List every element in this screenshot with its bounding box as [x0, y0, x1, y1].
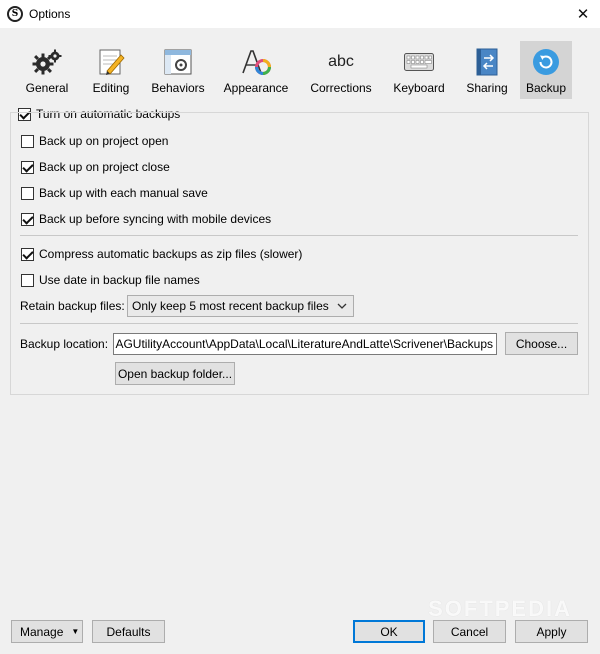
- tab-behaviors[interactable]: Behaviors: [142, 41, 214, 99]
- tab-corrections[interactable]: abc Corrections: [298, 41, 384, 99]
- choose-button[interactable]: Choose...: [505, 332, 578, 355]
- backup-on-open-checkbox[interactable]: [21, 134, 34, 148]
- defaults-button[interactable]: Defaults: [92, 620, 165, 643]
- tab-backup[interactable]: Backup: [520, 41, 572, 99]
- backup-manual-save-row[interactable]: Back up with each manual save: [21, 186, 208, 200]
- backup-location-label: Backup location:: [20, 337, 109, 351]
- backup-location-field[interactable]: AGUtilityAccount\AppData\Local\Literatur…: [113, 333, 497, 355]
- backup-location-value: AGUtilityAccount\AppData\Local\Literatur…: [115, 337, 493, 351]
- tab-backup-label: Backup: [525, 81, 567, 95]
- window-title: Options: [29, 7, 71, 21]
- backup-on-open-row[interactable]: Back up on project open: [21, 134, 168, 148]
- backup-manual-save-checkbox[interactable]: [21, 186, 34, 200]
- close-icon[interactable]: ✕: [566, 0, 600, 28]
- window-gear-icon: [162, 47, 194, 77]
- tab-appearance-label: Appearance: [223, 81, 289, 95]
- dropdown-arrow-icon: ▼: [71, 627, 80, 636]
- compress-backups-checkbox[interactable]: [21, 247, 34, 261]
- tab-keyboard-label: Keyboard: [393, 81, 445, 95]
- backup-before-sync-row[interactable]: Back up before syncing with mobile devic…: [21, 212, 271, 226]
- tab-behaviors-label: Behaviors: [151, 81, 205, 95]
- abc-icon-glyph: abc: [328, 53, 354, 70]
- open-backup-folder-button[interactable]: Open backup folder...: [115, 362, 235, 385]
- title-bar: S Options ✕: [0, 0, 600, 28]
- backup-on-close-row[interactable]: Back up on project close: [21, 160, 170, 174]
- tab-editing[interactable]: Editing: [80, 41, 142, 99]
- use-date-checkbox[interactable]: [21, 273, 34, 287]
- compress-backups-row[interactable]: Compress automatic backups as zip files …: [21, 247, 302, 261]
- font-color-icon: [240, 47, 272, 77]
- tab-keyboard[interactable]: Keyboard: [384, 41, 454, 99]
- softpedia-watermark: SOFTPEDIA: [428, 596, 572, 621]
- tab-editing-label: Editing: [92, 81, 130, 95]
- cancel-button[interactable]: Cancel: [433, 620, 506, 643]
- options-toolbar: General Editing Behaviors Appearance abc…: [14, 41, 572, 99]
- manage-button-label: Manage: [20, 624, 64, 639]
- gears-icon: [31, 47, 63, 77]
- backup-on-open-label: Back up on project open: [39, 134, 169, 148]
- pencil-page-icon: [95, 47, 127, 77]
- keyboard-icon: [403, 47, 435, 77]
- tab-general-label: General: [25, 81, 69, 95]
- tab-sharing-label: Sharing: [466, 81, 508, 95]
- chevron-down-icon: [337, 300, 347, 315]
- apply-button[interactable]: Apply: [515, 620, 588, 643]
- use-date-label: Use date in backup file names: [39, 273, 200, 287]
- separator: [20, 323, 578, 324]
- backup-icon: [530, 47, 562, 77]
- backup-manual-save-label: Back up with each manual save: [39, 186, 208, 200]
- abc-icon: abc: [325, 47, 357, 77]
- backup-before-sync-checkbox[interactable]: [21, 212, 34, 226]
- tab-corrections-label: Corrections: [310, 81, 372, 95]
- tab-general[interactable]: General: [14, 41, 80, 99]
- retain-backups-label: Retain backup files:: [20, 299, 125, 313]
- sharing-icon: [471, 47, 503, 77]
- scrivener-app-icon: S: [7, 6, 23, 22]
- compress-backups-label: Compress automatic backups as zip files …: [39, 247, 303, 261]
- use-date-row[interactable]: Use date in backup file names: [21, 273, 200, 287]
- retain-backups-value: Only keep 5 most recent backup files: [132, 299, 329, 313]
- backup-on-close-checkbox[interactable]: [21, 160, 34, 174]
- manage-button[interactable]: Manage ▼: [11, 620, 83, 643]
- ok-button[interactable]: OK: [353, 620, 425, 643]
- retain-backups-select[interactable]: Only keep 5 most recent backup files: [127, 295, 354, 317]
- tab-sharing[interactable]: Sharing: [454, 41, 520, 99]
- separator: [20, 235, 578, 236]
- backup-before-sync-label: Back up before syncing with mobile devic…: [39, 212, 272, 226]
- tab-appearance[interactable]: Appearance: [214, 41, 298, 99]
- backup-on-close-label: Back up on project close: [39, 160, 170, 174]
